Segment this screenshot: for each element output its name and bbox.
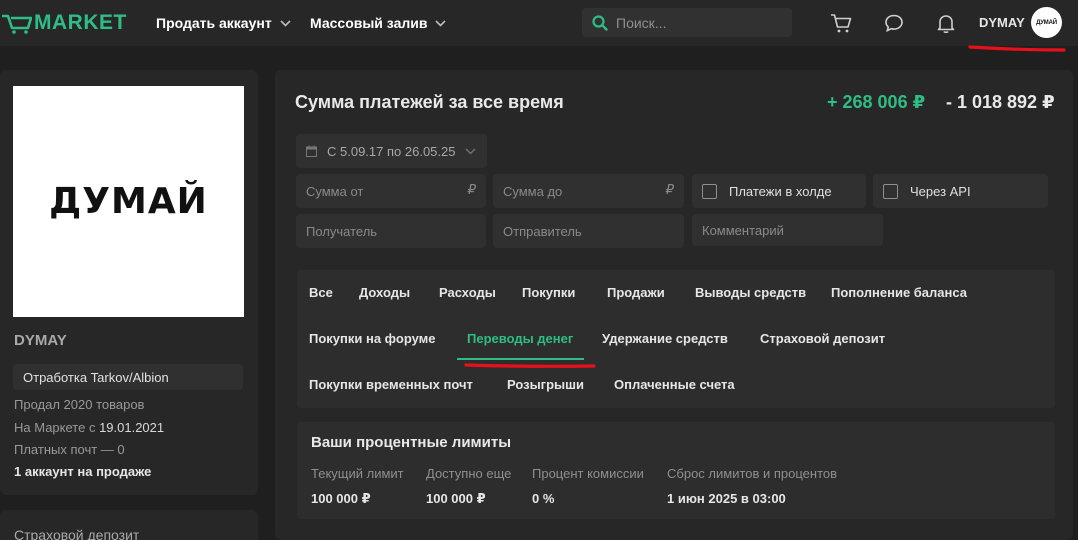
cart-logo-icon bbox=[2, 14, 32, 34]
calendar-icon bbox=[306, 145, 317, 157]
tab-withdrawals[interactable]: Выводы средств bbox=[695, 285, 806, 300]
hold-payments-checkbox[interactable] bbox=[702, 183, 717, 199]
api-filter[interactable]: Через API bbox=[873, 174, 1048, 208]
profile-name: DYMAY bbox=[14, 332, 67, 349]
tab-balance-topup[interactable]: Пополнение баланса bbox=[831, 285, 967, 300]
header-avatar-logo: ДУМАЙ bbox=[1036, 19, 1057, 26]
tab-sales[interactable]: Продажи bbox=[607, 285, 665, 300]
deposit-title: Страховой депозит bbox=[14, 527, 140, 540]
limit-current-value: 100 000 ₽ bbox=[311, 491, 371, 506]
chat-icon[interactable] bbox=[883, 12, 905, 34]
limit-current-label: Текущий лимит bbox=[311, 466, 404, 481]
sum-from-input[interactable] bbox=[306, 183, 486, 199]
comment-field[interactable] bbox=[692, 214, 883, 246]
limit-available-value: 100 000 ₽ bbox=[426, 491, 486, 506]
page-title: Сумма платежей за все время bbox=[295, 92, 564, 112]
tab-income[interactable]: Доходы bbox=[359, 285, 410, 300]
tab-purchases[interactable]: Покупки bbox=[522, 285, 575, 300]
limit-reset-value: 1 июн 2025 в 03:00 bbox=[667, 491, 786, 506]
tab-money-transfers[interactable]: Переводы денег bbox=[467, 331, 573, 346]
profile-avatar: ДУМАЙ bbox=[13, 86, 244, 317]
tab-temp-mail-purchases[interactable]: Покупки временных почт bbox=[309, 377, 473, 392]
total-income: + 268 006 ₽ bbox=[827, 92, 926, 112]
date-range-picker[interactable]: С 5.09.17 по 26.05.25 bbox=[296, 134, 487, 168]
profile-sold-count: Продал 2020 товаров bbox=[14, 397, 145, 412]
profile-accounts-for-sale[interactable]: 1 аккаунт на продаже bbox=[14, 464, 151, 479]
recipient-input[interactable] bbox=[306, 223, 486, 239]
tab-giveaways[interactable]: Розыгрыши bbox=[507, 377, 584, 392]
search-input[interactable] bbox=[616, 14, 776, 31]
api-label: Через API bbox=[910, 183, 971, 199]
hold-payments-filter[interactable]: Платежи в холде bbox=[692, 174, 866, 208]
nav-mass-upload-label: Массовый залив bbox=[310, 15, 428, 31]
currency-symbol: ₽ bbox=[665, 182, 674, 197]
profile-market-since: На Маркете с 19.01.2021 bbox=[14, 420, 164, 435]
sender-input[interactable] bbox=[503, 223, 684, 239]
tab-paid-invoices[interactable]: Оплаченные счета bbox=[614, 377, 735, 392]
profile-paid-mails: Платных почт — 0 bbox=[14, 442, 125, 457]
chevron-down-icon bbox=[280, 19, 291, 27]
tab-holds[interactable]: Удержание средств bbox=[602, 331, 728, 346]
tab-forum-purchases[interactable]: Покупки на форуме bbox=[309, 331, 436, 346]
tab-expenses[interactable]: Расходы bbox=[439, 285, 496, 300]
market-since-prefix: На Маркете с bbox=[14, 420, 100, 435]
bell-icon[interactable] bbox=[935, 12, 957, 34]
hold-payments-label: Платежи в холде bbox=[729, 183, 832, 199]
commission-value: 0 % bbox=[532, 491, 555, 506]
chevron-down-icon bbox=[466, 148, 476, 154]
limit-available-label: Доступно еще bbox=[426, 466, 512, 481]
red-annotation-underline bbox=[968, 45, 1066, 52]
market-logo[interactable]: MARKET bbox=[2, 10, 127, 36]
recipient-field[interactable] bbox=[296, 214, 486, 248]
search-box[interactable] bbox=[582, 8, 792, 37]
sum-to-field[interactable]: ₽ bbox=[493, 174, 684, 208]
nav-sell-account-label: Продать аккаунт bbox=[156, 15, 272, 31]
nav-sell-account[interactable]: Продать аккаунт bbox=[156, 14, 291, 32]
profile-avatar-logo: ДУМАЙ bbox=[49, 181, 208, 222]
sum-from-field[interactable]: ₽ bbox=[296, 174, 486, 208]
nav-mass-upload[interactable]: Массовый залив bbox=[310, 14, 447, 32]
red-annotation-underline bbox=[464, 363, 596, 368]
total-expense: - 1 018 892 ₽ bbox=[946, 92, 1055, 112]
header-username[interactable]: DYMAY bbox=[979, 15, 1025, 30]
currency-symbol: ₽ bbox=[467, 182, 476, 197]
date-range-value: С 5.09.17 по 26.05.25 bbox=[327, 143, 456, 159]
chevron-down-icon bbox=[435, 19, 447, 27]
header-avatar[interactable]: ДУМАЙ bbox=[1031, 7, 1062, 38]
api-checkbox[interactable] bbox=[883, 183, 898, 199]
search-icon bbox=[592, 14, 608, 31]
logo-text: MARKET bbox=[34, 11, 127, 34]
limit-reset-label: Сброс лимитов и процентов bbox=[667, 466, 838, 481]
sender-field[interactable] bbox=[493, 214, 684, 248]
sum-to-input[interactable] bbox=[503, 183, 684, 199]
market-since-date: 19.01.2021 bbox=[99, 420, 165, 435]
limits-title: Ваши процентные лимиты bbox=[311, 434, 512, 451]
commission-label: Процент комиссии bbox=[532, 466, 644, 481]
active-tab-indicator bbox=[457, 358, 584, 360]
tab-all[interactable]: Все bbox=[309, 285, 333, 300]
comment-input[interactable] bbox=[702, 222, 883, 238]
profile-tag: Отработка Tarkov/Albion bbox=[13, 364, 243, 390]
tab-insurance-deposit[interactable]: Страховой депозит bbox=[760, 331, 885, 346]
cart-icon[interactable] bbox=[830, 12, 852, 34]
